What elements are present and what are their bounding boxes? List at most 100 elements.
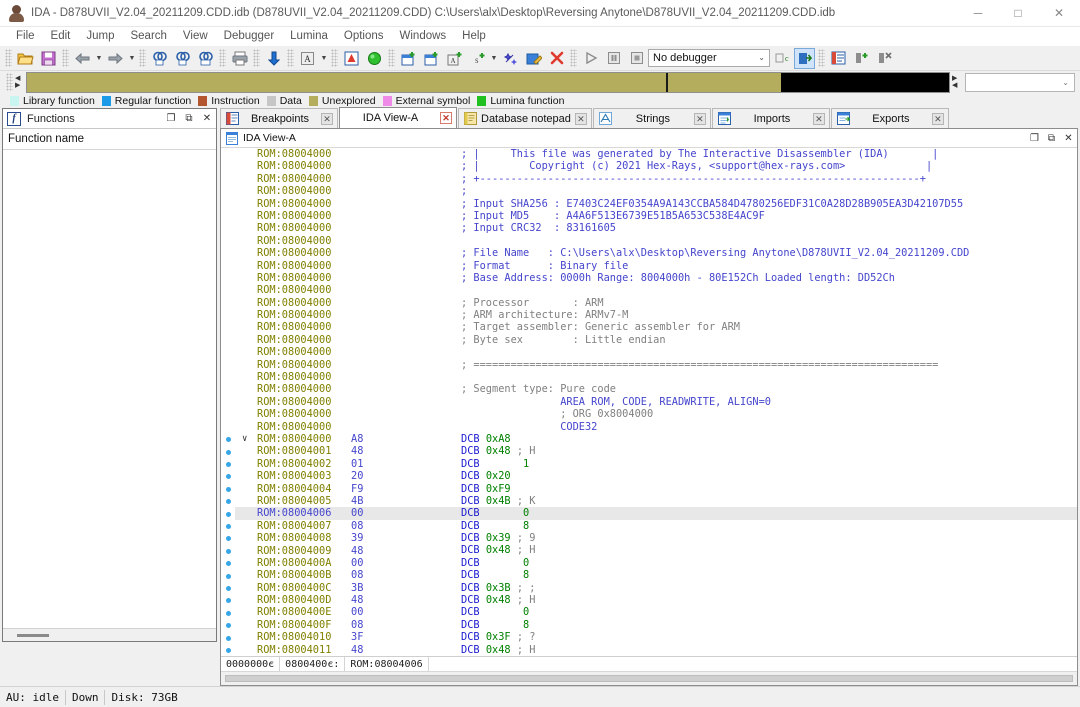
toolbar-grip-8[interactable] [388,49,395,67]
menu-lumina[interactable]: Lumina [282,27,336,46]
tab-close-icon[interactable]: ✕ [321,113,333,125]
disassembly-line[interactable]: ROM:08004000 CODE32 [235,421,1077,433]
tab-close-icon[interactable]: ✕ [932,113,944,125]
disassembly-line[interactable]: ROM:08004000 [235,235,1077,247]
disassembly-line[interactable]: ROM:0800400B08DCB 8 [235,569,1077,581]
disassembly-line[interactable]: ROM:08004000; Byte sex : Little endian [235,334,1077,346]
menu-jump[interactable]: Jump [78,27,122,46]
functions-float-button[interactable]: ⧉ [180,113,198,124]
back-history-dropdown-icon[interactable]: ▼ [94,55,104,62]
disassembly-line[interactable]: ROM:08004000; Segment type: Pure code [235,383,1077,395]
toolbar-grip-10[interactable] [818,49,825,67]
text-view-dropdown-icon[interactable]: ▼ [319,55,329,62]
disassembly-line[interactable]: ROM:08004000 [235,284,1077,296]
save-icon[interactable] [38,48,59,69]
disassembly-line[interactable]: ROM:0800400839DCB 0x39 ; 9 [235,532,1077,544]
tab-ida-view-a[interactable]: IDA View-A ✕ [339,107,457,128]
search-sequence-icon[interactable] [195,48,216,69]
navband-jump-combo[interactable]: ⌄ [965,73,1075,92]
delete-breakpoint-icon[interactable] [874,48,895,69]
toolbar-grip-7[interactable] [331,49,338,67]
toolbar-grip-3[interactable] [139,49,146,67]
disassembly-line[interactable]: ROM:08004000 AREA ROM, CODE, READWRITE, … [235,396,1077,408]
disassembly-line[interactable]: ROM:08004000; ==========================… [235,359,1077,371]
navband-zoom-controls[interactable]: ◀ ▶ [15,75,24,89]
menu-view[interactable]: View [175,27,216,46]
disassembly-line[interactable]: ROM:08004000; Input MD5 : A4A6F513E6739E… [235,210,1077,222]
navband-grip[interactable] [6,73,13,91]
navband-zoom-out-icon[interactable]: ◀ [15,75,24,82]
navband-scroll-controls[interactable]: ▶ ◀ [952,75,961,89]
menu-windows[interactable]: Windows [392,27,455,46]
disassembly-line[interactable]: ∨ROM:08004000A8DCB 0xA8 [235,433,1077,445]
undefine-icon[interactable] [546,48,567,69]
disassembly-line[interactable]: ROM:0800400C3BDCB 0x3B ; ; [235,582,1077,594]
tab-close-icon[interactable]: ✕ [440,112,452,124]
disassembly-line[interactable]: ROM:08004000; +-------------------------… [235,173,1077,185]
maximize-button[interactable]: □ [998,0,1038,27]
search-text-icon[interactable] [172,48,193,69]
tab-close-icon[interactable]: ✕ [575,113,587,125]
tab-breakpoints[interactable]: Breakpoints ✕ [220,108,338,128]
functions-column-header[interactable]: Function name [3,129,216,150]
create-string-icon[interactable]: A [444,48,465,69]
debugger-select[interactable]: No debugger ⌄ [648,49,770,67]
disassembly-line[interactable]: ROM:080040054BDCB 0x4B ; K [235,495,1077,507]
disassembly-line[interactable]: ROM:0800400D48DCB 0x48 ; H [235,594,1077,606]
toolbar-grip-2[interactable] [62,49,69,67]
forward-arrow-icon[interactable] [105,48,126,69]
add-breakpoint-icon[interactable] [851,48,872,69]
open-file-icon[interactable] [15,48,36,69]
tab-database-notepad[interactable]: Database notepad ✕ [458,108,592,128]
debugger-switch-icon[interactable] [794,48,815,69]
breakpoint-list-icon[interactable] [828,48,849,69]
disassembly-line[interactable]: ROM:08004000; Processor : ARM [235,297,1077,309]
disassembly-line[interactable]: ROM:0800400F08DCB 8 [235,619,1077,631]
functions-horizontal-scrollbar[interactable] [3,628,216,641]
disassembly-line[interactable]: ROM:0800400A00DCB 0 [235,557,1077,569]
disassembly-horizontal-scrollbar[interactable] [221,671,1077,685]
disassembly-line[interactable]: ROM:080040103FDCB 0x3F ; ? [235,631,1077,643]
menu-edit[interactable]: Edit [43,27,79,46]
ida-view-restore-button[interactable]: ❐ [1026,133,1043,144]
disassembly-line[interactable]: ROM:08004000; [235,185,1077,197]
disassembly-line[interactable]: ROM:08004000 ; ORG 0x8004000 [235,408,1077,420]
tab-close-icon[interactable]: ✕ [694,113,706,125]
toolbar-grip-9[interactable] [570,49,577,67]
menu-options[interactable]: Options [336,27,392,46]
disassembly-line[interactable]: ROM:0800400148DCB 0x48 ; H [235,445,1077,457]
jump-down-icon[interactable] [263,48,284,69]
analyze-icon[interactable] [500,48,521,69]
debugger-options-icon[interactable]: c [771,48,792,69]
toolbar-grip-6[interactable] [287,49,294,67]
disassembly-line[interactable]: ROM:08004004F9DCB 0xF9 [235,483,1077,495]
text-view-icon[interactable]: A [297,48,318,69]
tab-exports[interactable]: Exports ✕ [831,108,949,128]
debug-pause-icon[interactable] [603,48,624,69]
minimize-button[interactable]: ─ [958,0,998,27]
disassembly-line[interactable]: ROM:08004000; | Copyright (c) 2021 Hex-R… [235,160,1077,172]
toolbar-grip[interactable] [5,49,12,67]
ida-view-float-button[interactable]: ⧉ [1043,133,1060,144]
close-button[interactable]: ✕ [1038,0,1080,27]
disassembly-viewport[interactable]: ROM:08004000; | This file was generated … [221,148,1077,656]
edit-function-icon[interactable] [523,48,544,69]
disassembly-line[interactable]: ROM:0800400948DCB 0x48 ; H [235,545,1077,557]
disassembly-line[interactable]: ROM:08004000 [235,371,1077,383]
disassembly-line[interactable]: ROM:08004000 [235,346,1077,358]
disassembly-line[interactable]: ROM:0800400320DCB 0x20 [235,470,1077,482]
debug-run-icon[interactable] [580,48,601,69]
disassembly-line[interactable]: ROM:08004000; Input SHA256 : E7403C24EF0… [235,198,1077,210]
forward-history-dropdown-icon[interactable]: ▼ [127,55,137,62]
create-struct-icon[interactable]: s [467,48,488,69]
disassembly-line[interactable]: ROM:08004000; File Name : C:\Users\alx\D… [235,247,1077,259]
collapse-chevron-icon[interactable]: ∨ [242,433,247,445]
ida-view-close-button[interactable]: ✕ [1060,133,1077,144]
disassembly-line[interactable]: ROM:08004000; Base Address: 0000h Range:… [235,272,1077,284]
print-icon[interactable] [229,48,250,69]
menu-debugger[interactable]: Debugger [216,27,283,46]
tab-close-icon[interactable]: ✕ [813,113,825,125]
menu-help[interactable]: Help [454,27,494,46]
create-struct-dropdown-icon[interactable]: ▼ [489,55,499,62]
disassembly-listing[interactable]: ROM:08004000; | This file was generated … [235,148,1077,656]
